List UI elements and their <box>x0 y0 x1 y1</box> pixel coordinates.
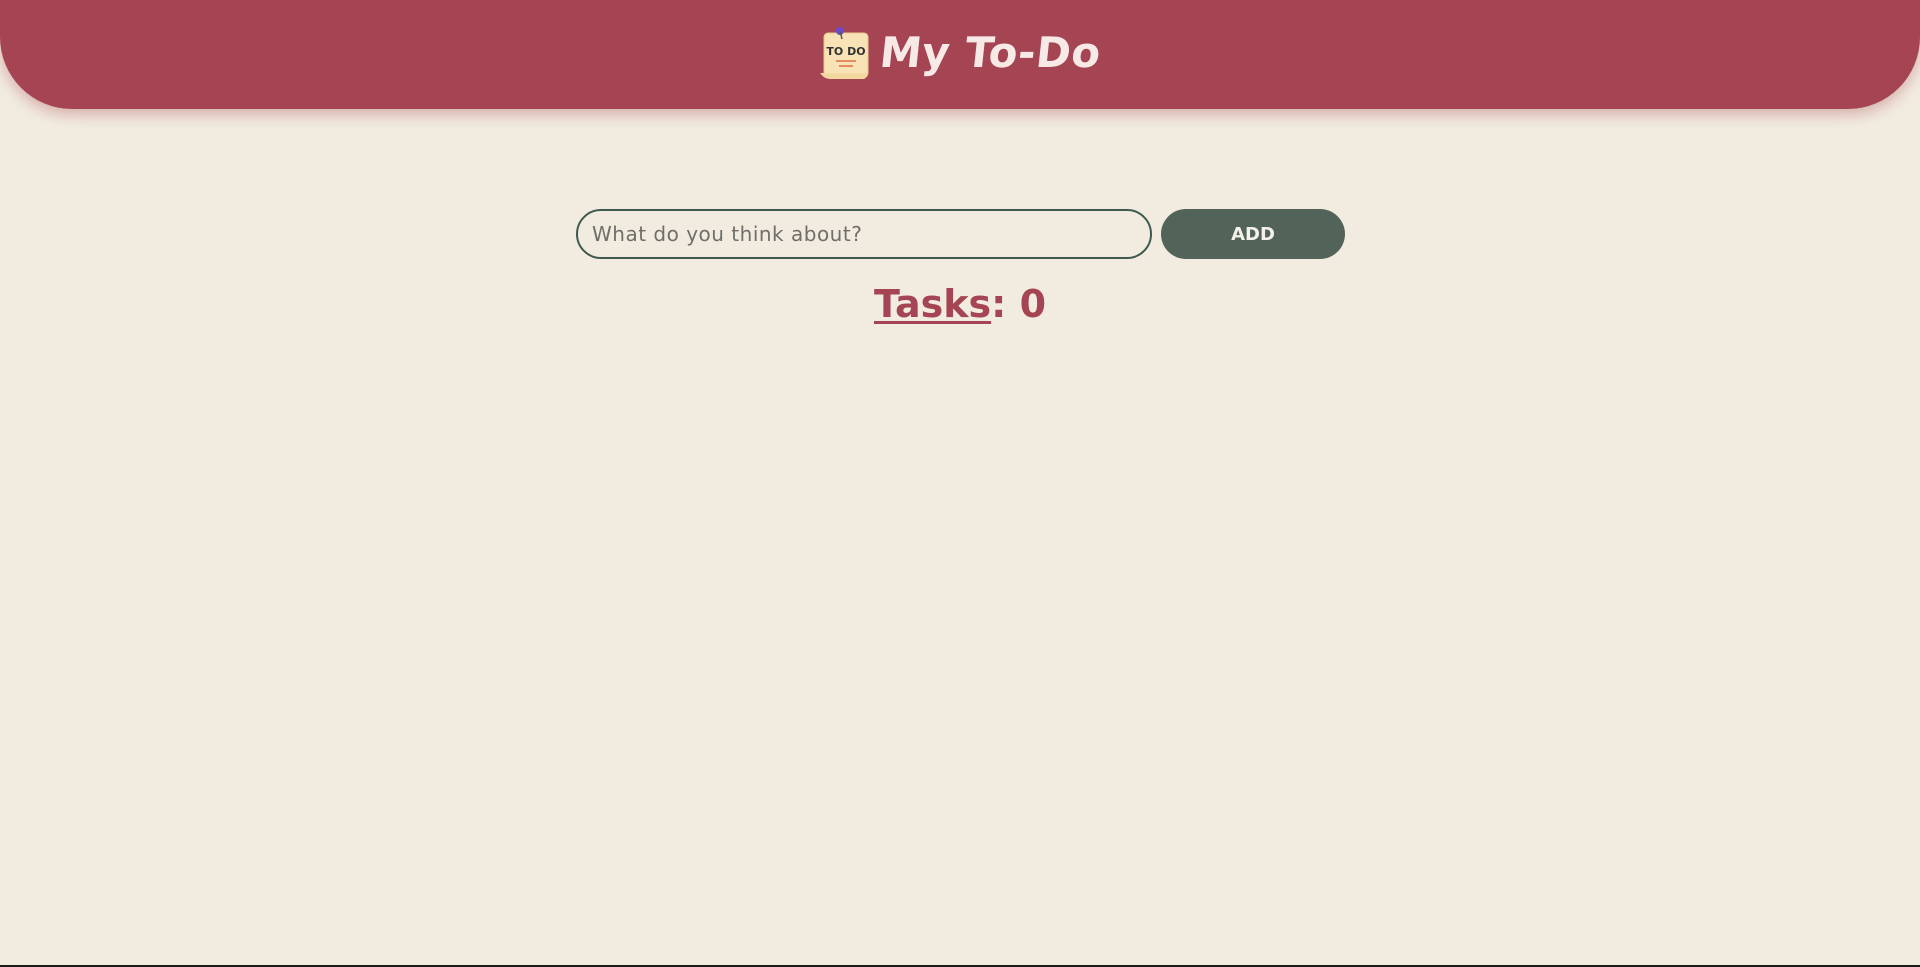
app-title: My To-Do <box>876 28 1104 77</box>
add-button[interactable]: ADD <box>1161 209 1345 259</box>
app-header: TO DO My To-Do <box>0 0 1920 109</box>
app-page: TO DO My To-Do ADD Tasks: 0 <box>0 0 1920 967</box>
logo-text: TO DO <box>826 45 865 58</box>
task-input[interactable] <box>576 209 1152 259</box>
add-task-form: ADD <box>576 209 1345 259</box>
task-count: 0 <box>1019 282 1047 326</box>
task-counter-label: Tasks <box>873 282 992 326</box>
task-counter: Tasks: 0 <box>0 282 1920 326</box>
todo-note-icon: TO DO <box>819 25 870 81</box>
task-counter-separator: : <box>991 282 1020 326</box>
brand: TO DO My To-Do <box>819 25 1104 81</box>
